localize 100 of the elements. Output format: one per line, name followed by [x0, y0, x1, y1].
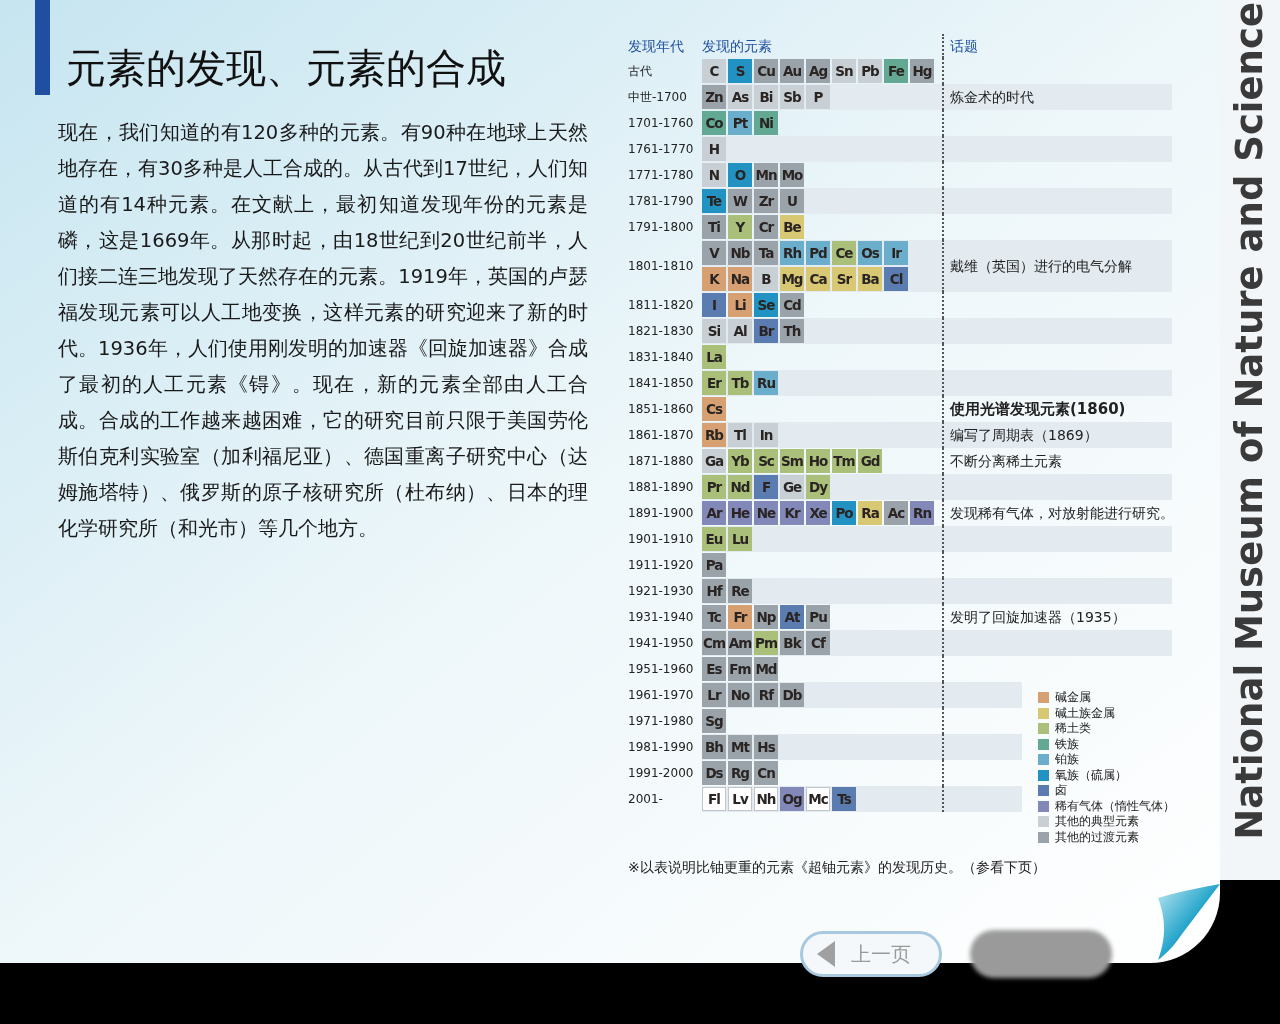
element-tile: W: [728, 189, 752, 213]
element-tile: I: [702, 293, 726, 317]
era-label: 1801-1810: [628, 258, 694, 275]
element-tile: No: [728, 683, 752, 707]
element-tile: Co: [702, 111, 726, 135]
era-label: 1781-1790: [628, 193, 694, 210]
element-tile: Rb: [702, 423, 726, 447]
element-tile: Y: [728, 215, 752, 239]
element-tile: Te: [702, 189, 726, 213]
element-tile: Eu: [702, 527, 726, 551]
era-label: 古代: [628, 63, 652, 80]
element-tile: Fl: [702, 787, 726, 811]
element-tile: As: [728, 85, 752, 109]
column-header: 发现年代: [628, 36, 685, 56]
element-tile: Mc: [806, 787, 830, 811]
topic-text: 炼金术的时代: [950, 87, 1034, 107]
element-tile: Cs: [702, 397, 726, 421]
element-tile: Sr: [832, 267, 856, 291]
element-tile: Ho: [806, 449, 830, 473]
element-tile: Yb: [728, 449, 752, 473]
element-tile: Rg: [728, 761, 752, 785]
element-tile: Fr: [728, 605, 752, 629]
element-tile: Rh: [780, 241, 804, 265]
era-label: 1871-1880: [628, 453, 694, 470]
element-tile: Th: [780, 319, 804, 343]
element-tile: Ge: [780, 475, 804, 499]
element-tile: Ir: [884, 241, 908, 265]
element-tile: Ts: [832, 787, 856, 811]
era-label: 1931-1940: [628, 609, 694, 626]
era-label: 1981-1990: [628, 739, 694, 756]
legend-label: 其他的典型元素: [1055, 813, 1139, 831]
element-tile: Rn: [910, 501, 934, 525]
element-tile: Fe: [884, 59, 908, 83]
element-tile: H: [702, 137, 726, 161]
element-tile: Xe: [806, 501, 830, 525]
legend-label: 卤: [1055, 782, 1067, 800]
element-tile: Si: [702, 319, 726, 343]
element-tile: Zn: [702, 85, 726, 109]
era-label: 1911-1920: [628, 557, 694, 574]
element-tile: Ru: [754, 371, 778, 395]
era-label: 1831-1840: [628, 349, 694, 366]
left-triangle-icon: [817, 941, 835, 967]
topic-text: 发现稀有气体，对放射能进行研究。: [950, 503, 1174, 523]
topic-text: 编写了周期表（1869）: [950, 425, 1098, 445]
element-tile: Pr: [702, 475, 726, 499]
era-label: 1891-1900: [628, 505, 694, 522]
legend-label: 稀土类: [1055, 720, 1091, 738]
era-label: 1881-1890: [628, 479, 694, 496]
topic-text: 戴维（英国）进行的电气分解: [950, 256, 1132, 276]
topic-text: 不断分离稀土元素: [950, 451, 1062, 471]
element-tile: Ta: [754, 241, 778, 265]
element-tile: Ba: [858, 267, 882, 291]
element-tile: U: [780, 189, 804, 213]
element-tile: Mo: [780, 163, 804, 187]
element-tile: Na: [728, 267, 752, 291]
element-tile: Ag: [806, 59, 830, 83]
legend-label: 碱金属: [1055, 689, 1091, 707]
element-tile: Au: [780, 59, 804, 83]
element-tile: At: [780, 605, 804, 629]
era-label: 2001-: [628, 791, 663, 808]
element-tile: Mg: [780, 267, 804, 291]
element-tile: Pu: [806, 605, 830, 629]
element-tile: Lu: [728, 527, 752, 551]
element-tile: Tl: [728, 423, 752, 447]
era-label: 1841-1850: [628, 375, 694, 392]
era-label: 1861-1870: [628, 427, 694, 444]
element-tile: Li: [728, 293, 752, 317]
previous-page-button[interactable]: 上一页: [800, 931, 942, 977]
era-label: 1971-1980: [628, 713, 694, 730]
element-tile: Ne: [754, 501, 778, 525]
element-tile: Sg: [702, 709, 726, 733]
element-tile: Nb: [728, 241, 752, 265]
legend-label: 稀有气体（惰性气体）: [1055, 797, 1175, 815]
element-tile: Se: [754, 293, 778, 317]
element-tile: Gd: [858, 449, 882, 473]
element-tile: Fm: [728, 657, 752, 681]
element-tile: Er: [702, 371, 726, 395]
element-tile: Cn: [754, 761, 778, 785]
legend-label: 氧族（硫属）: [1055, 766, 1127, 784]
element-tile: Pm: [754, 631, 778, 655]
element-tile: Ra: [858, 501, 882, 525]
element-tile: Mn: [754, 163, 778, 187]
era-label: 1701-1760: [628, 115, 694, 132]
era-label: 1991-2000: [628, 765, 694, 782]
element-tile: Cf: [806, 631, 830, 655]
element-tile: Br: [754, 319, 778, 343]
legend-label: 碱土族金属: [1055, 704, 1115, 722]
era-label: 1921-1930: [628, 583, 694, 600]
element-tile: Db: [780, 683, 804, 707]
era-label: 1821-1830: [628, 323, 694, 340]
element-tile: Os: [858, 241, 882, 265]
element-tile: Pa: [702, 553, 726, 577]
era-label: 1761-1770: [628, 141, 694, 158]
element-tile: Ca: [806, 267, 830, 291]
element-tile: F: [754, 475, 778, 499]
element-tile: Dy: [806, 475, 830, 499]
element-tile: Bh: [702, 735, 726, 759]
element-tile: Lr: [702, 683, 726, 707]
element-tile: Ni: [754, 111, 778, 135]
topic-text: 使用光谱发现元素(1860): [950, 398, 1126, 420]
